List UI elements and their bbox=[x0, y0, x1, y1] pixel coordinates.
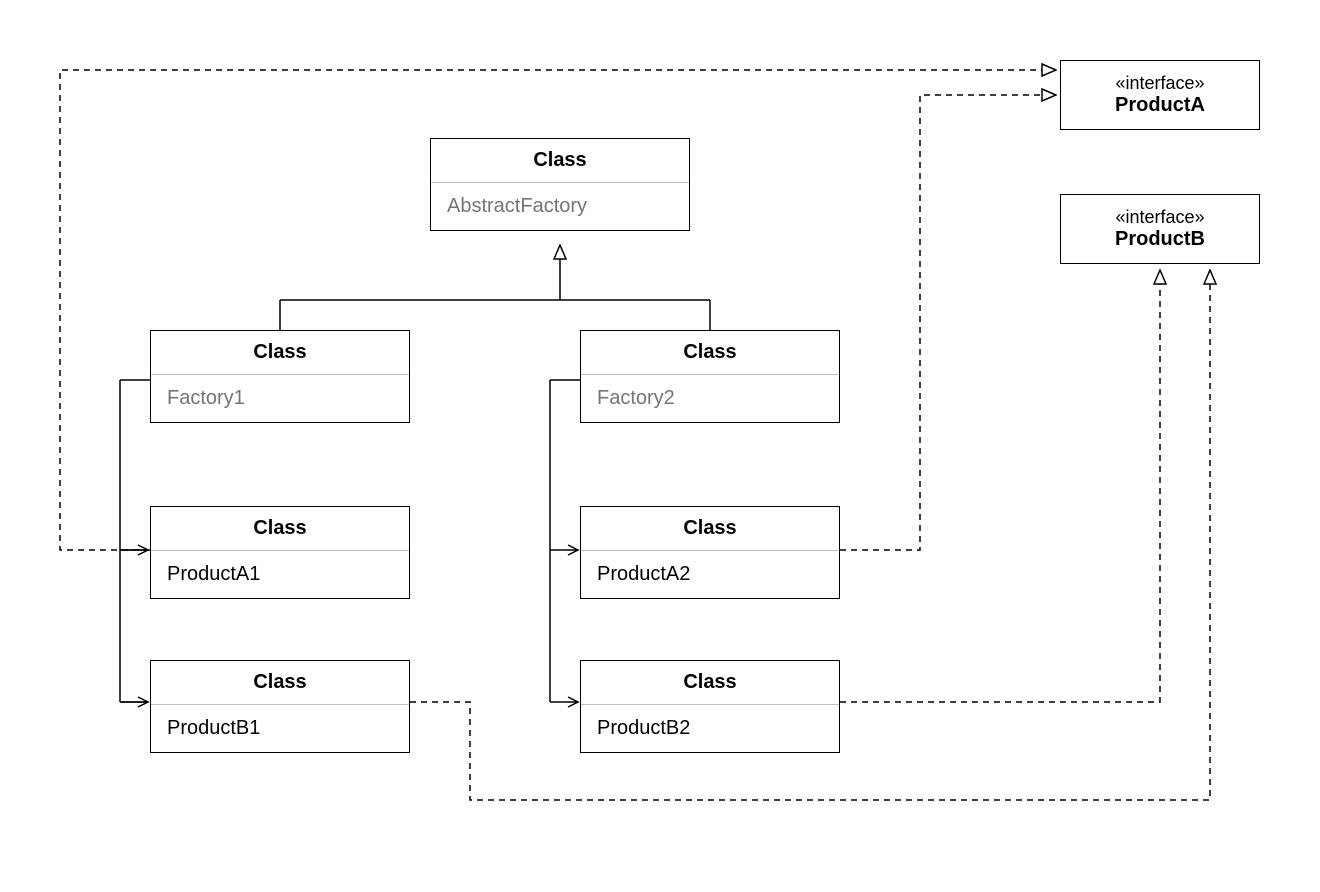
class-header: Class bbox=[581, 507, 839, 551]
class-abstract-factory: Class AbstractFactory bbox=[430, 138, 690, 231]
class-factory2: Class Factory2 bbox=[580, 330, 840, 423]
class-name: ProductB1 bbox=[151, 705, 409, 752]
class-header: Class bbox=[581, 331, 839, 375]
class-header: Class bbox=[581, 661, 839, 705]
interface-name: ProductB bbox=[1079, 228, 1241, 251]
class-name: ProductB2 bbox=[581, 705, 839, 752]
class-factory1: Class Factory1 bbox=[150, 330, 410, 423]
class-name: Factory2 bbox=[581, 375, 839, 422]
class-header: Class bbox=[151, 331, 409, 375]
class-name: ProductA1 bbox=[151, 551, 409, 598]
class-name: AbstractFactory bbox=[431, 183, 689, 230]
interface-productb: «interface» ProductB bbox=[1060, 194, 1260, 264]
class-name: Factory1 bbox=[151, 375, 409, 422]
interface-name: ProductA bbox=[1079, 94, 1241, 117]
class-productb1: Class ProductB1 bbox=[150, 660, 410, 753]
class-header: Class bbox=[151, 661, 409, 705]
class-name: ProductA2 bbox=[581, 551, 839, 598]
class-productb2: Class ProductB2 bbox=[580, 660, 840, 753]
class-producta1: Class ProductA1 bbox=[150, 506, 410, 599]
diagram-connectors bbox=[0, 0, 1320, 892]
interface-producta: «interface» ProductA bbox=[1060, 60, 1260, 130]
interface-stereotype: «interface» bbox=[1079, 207, 1241, 228]
class-header: Class bbox=[431, 139, 689, 183]
class-header: Class bbox=[151, 507, 409, 551]
class-producta2: Class ProductA2 bbox=[580, 506, 840, 599]
interface-stereotype: «interface» bbox=[1079, 73, 1241, 94]
